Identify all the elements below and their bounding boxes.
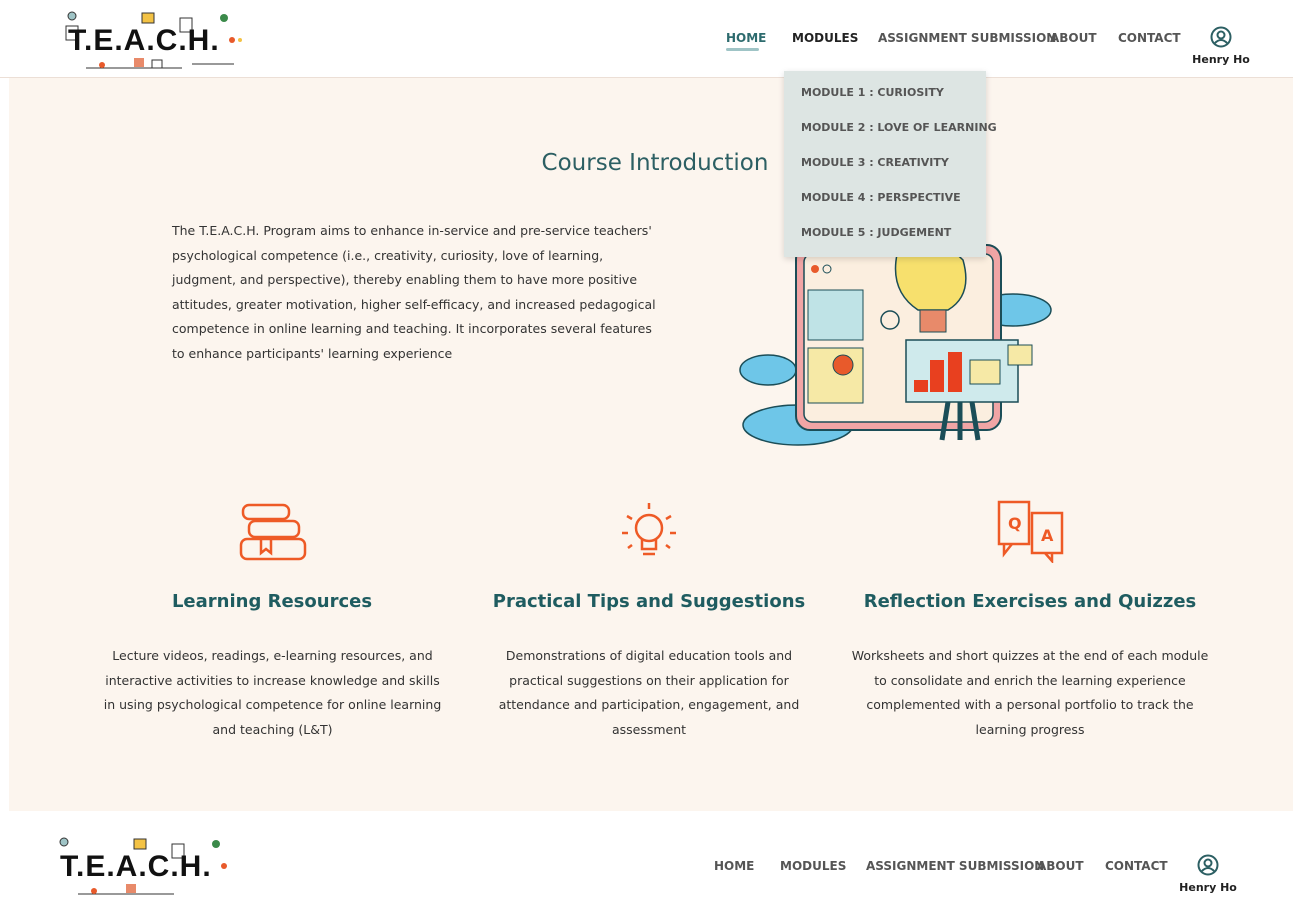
feature-title-practical-tips: Practical Tips and Suggestions xyxy=(492,591,806,612)
logo-text: T.E.A.C.H. xyxy=(68,24,220,57)
course-illustration-image xyxy=(739,241,1052,446)
nav-about[interactable]: ABOUT xyxy=(1050,31,1097,45)
feature-desc-reflection-exercises: Worksheets and short quizzes at the end … xyxy=(851,648,1209,737)
nav-contact[interactable]: CONTACT xyxy=(1118,31,1181,45)
site-footer: T.E.A.C.H. HOME MODULES ASSIGNMENT SUBMI… xyxy=(0,812,1293,900)
feature-desc-practical-tips: Demonstrations of digital education tool… xyxy=(498,648,800,737)
menu-item-module-4[interactable]: MODULE 4 : PERSPECTIVE xyxy=(801,191,961,204)
menu-item-module-1[interactable]: MODULE 1 : CURIOSITY xyxy=(801,86,944,99)
footer-nav-contact[interactable]: CONTACT xyxy=(1105,859,1168,873)
modules-dropdown: MODULE 1 : CURIOSITY MODULE 2 : LOVE OF … xyxy=(784,71,997,257)
page-title: Course Introduction xyxy=(541,150,769,176)
menu-item-module-3[interactable]: MODULE 3 : CREATIVITY xyxy=(801,156,949,169)
lightbulb-icon xyxy=(622,503,676,556)
footer-nav-assignment-submission[interactable]: ASSIGNMENT SUBMISSION xyxy=(866,859,1044,873)
menu-item-module-5[interactable]: MODULE 5 : JUDGEMENT xyxy=(801,226,951,239)
footer-logo-text: T.E.A.C.H. xyxy=(60,850,212,883)
svg-text:Q: Q xyxy=(1008,514,1022,533)
feature-desc-learning-resources: Lecture videos, readings, e-learning res… xyxy=(103,648,442,737)
feature-title-reflection-exercises: Reflection Exercises and Quizzes xyxy=(863,591,1197,612)
nav-home[interactable]: HOME xyxy=(726,31,766,45)
menu-item-module-2[interactable]: MODULE 2 : LOVE OF LEARNING xyxy=(801,121,997,134)
site-header: T.E.A.C.H. HOME MODULES ASSIGNMENT SUBMI… xyxy=(0,0,1293,78)
footer-user-menu[interactable]: Henry Ho xyxy=(1173,854,1243,894)
footer-nav-modules[interactable]: MODULES xyxy=(780,859,846,873)
books-icon xyxy=(239,503,307,561)
footer-user-icon xyxy=(1197,854,1219,876)
logo[interactable]: T.E.A.C.H. xyxy=(62,10,247,72)
qa-icon: Q A xyxy=(997,500,1064,563)
nav-assignment-submission[interactable]: ASSIGNMENT SUBMISSION xyxy=(878,31,1056,45)
user-menu[interactable]: Henry Ho xyxy=(1186,26,1256,66)
intro-text: The T.E.A.C.H. Program aims to enhance i… xyxy=(172,223,656,361)
footer-logo[interactable]: T.E.A.C.H. xyxy=(54,836,239,898)
svg-text:A: A xyxy=(1041,526,1054,545)
user-icon xyxy=(1210,26,1232,48)
feature-title-learning-resources: Learning Resources xyxy=(171,591,373,612)
footer-nav-home[interactable]: HOME xyxy=(714,859,754,873)
footer-nav-about[interactable]: ABOUT xyxy=(1037,859,1084,873)
nav-home-underline xyxy=(726,48,759,51)
nav-modules[interactable]: MODULES xyxy=(792,31,858,45)
footer-user-name: Henry Ho xyxy=(1179,881,1237,894)
user-name: Henry Ho xyxy=(1192,53,1250,66)
